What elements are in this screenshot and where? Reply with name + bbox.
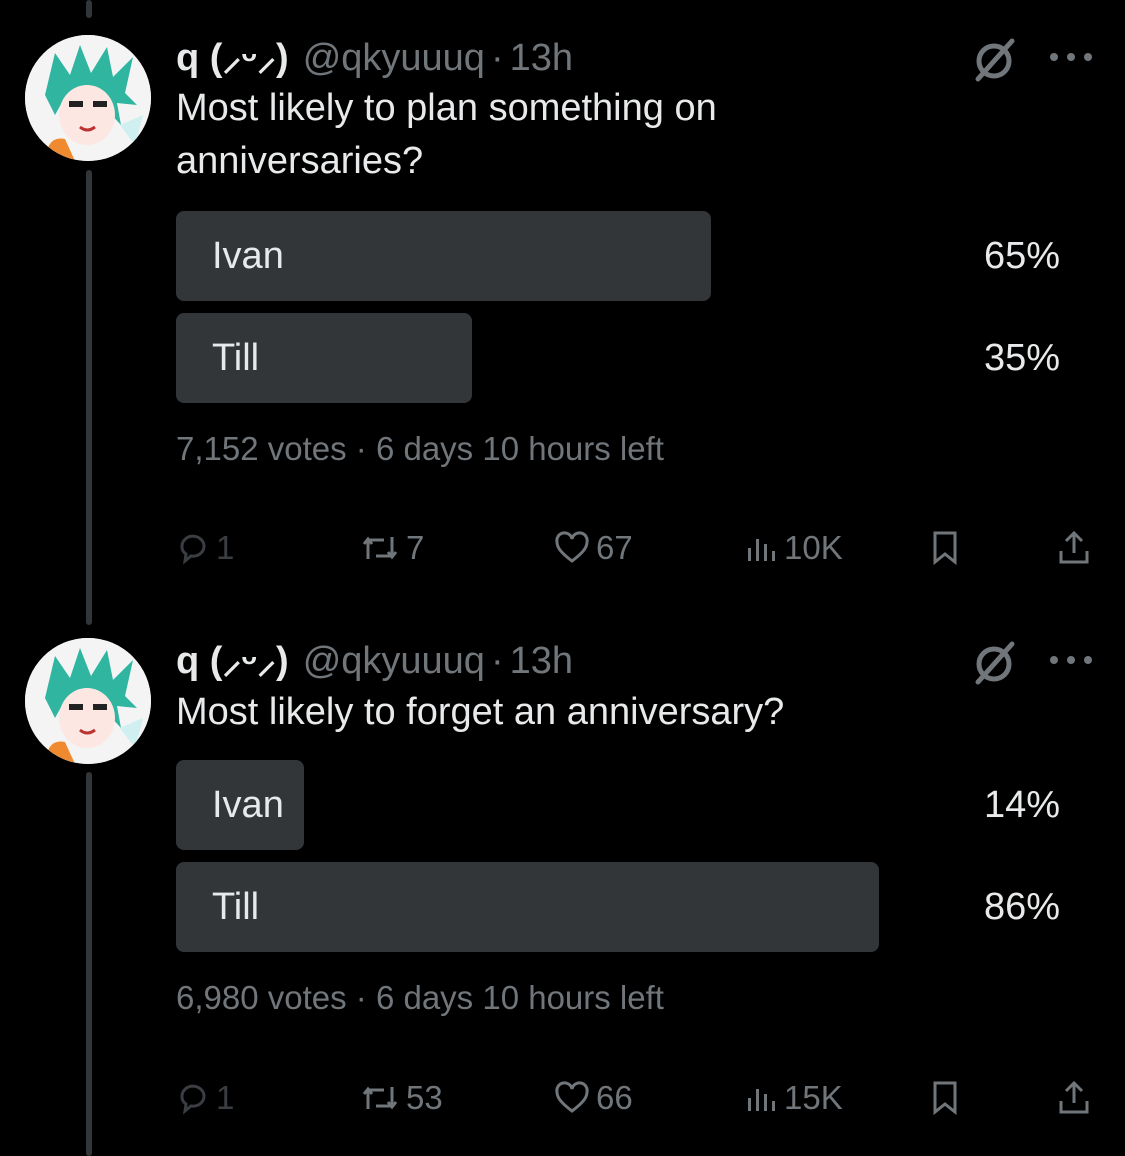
views-button[interactable]: 15K [744,1073,843,1123]
avatar[interactable] [25,638,151,764]
avatar[interactable] [25,35,151,161]
bookmark-icon [933,1081,957,1116]
reply-count: 1 [216,1079,235,1116]
views-icon [748,539,775,561]
repost-icon [362,1086,398,1110]
poll-option-ivan[interactable]: Ivan 65% [176,211,1064,301]
tweet[interactable]: q (⸝ᵕ⸝) @qkyuuuq · 13h Most likely to pl… [0,0,1125,600]
heart-icon [555,531,589,563]
poll-option-label: Till [212,886,260,928]
like-button[interactable]: 66 [554,1073,633,1123]
reply-icon [180,534,206,565]
poll-bar [176,862,879,952]
share-icon [1059,1080,1089,1114]
action-bar: 1 53 66 15K [176,1073,1096,1123]
more-icon[interactable] [1048,650,1094,670]
poll-option-percent: 86% [983,886,1060,928]
poll-meta: 7,152 votes · 6 days 10 hours left [176,430,664,467]
repost-count: 53 [406,1079,443,1116]
like-count: 67 [596,529,633,566]
tweet-header: q (⸝ᵕ⸝) @qkyuuuq · 13h [176,633,573,683]
user-handle[interactable]: @qkyuuuq [303,640,485,683]
repost-button[interactable]: 7 [360,523,424,573]
tweet-header: q (⸝ᵕ⸝) @qkyuuuq · 13h [176,30,573,80]
poll-option-percent: 35% [983,337,1060,379]
share-button[interactable] [1056,1073,1092,1123]
tweet-text: Most likely to forget an anniversary? [176,691,785,733]
poll-option-label: Ivan [212,784,284,826]
poll-option-label: Till [212,337,260,379]
heart-icon [555,1081,589,1113]
display-name[interactable]: q (⸝ᵕ⸝) [176,633,289,685]
separator-dot: · [490,37,504,79]
poll-option-till[interactable]: Till 86% [176,862,1064,952]
tweet-text: Most likely to plan something on anniver… [176,87,717,182]
poll-option-ivan[interactable]: Ivan 14% [176,760,1064,850]
views-button[interactable]: 10K [744,523,843,573]
repost-count: 7 [406,529,425,566]
tweet[interactable]: q (⸝ᵕ⸝) @qkyuuuq · 13h Most likely to fo… [0,620,1125,1156]
bookmark-button[interactable] [928,523,962,573]
repost-button[interactable]: 53 [360,1073,443,1123]
separator-dot: · [490,640,504,682]
display-name[interactable]: q (⸝ᵕ⸝) [176,30,289,82]
timestamp[interactable]: 13h [510,37,573,80]
grok-icon[interactable] [970,638,1020,688]
more-icon[interactable] [1048,47,1094,67]
like-count: 66 [596,1079,633,1116]
reply-button[interactable]: 1 [176,523,234,573]
bookmark-button[interactable] [928,1073,962,1123]
user-handle[interactable]: @qkyuuuq [303,37,485,80]
reply-count: 1 [216,529,235,566]
action-bar: 1 7 67 10K [176,523,1096,573]
bookmark-icon [933,531,957,566]
poll-meta: 6,980 votes · 6 days 10 hours left [176,979,664,1016]
grok-icon[interactable] [970,35,1020,85]
poll-option-till[interactable]: Till 35% [176,313,1064,403]
view-count: 10K [784,529,843,566]
poll-option-label: Ivan [212,235,284,277]
view-count: 15K [784,1079,843,1116]
poll-option-percent: 65% [983,235,1060,277]
poll-option-percent: 14% [983,784,1060,826]
reply-button[interactable]: 1 [176,1073,234,1123]
views-icon [748,1089,775,1111]
reply-icon [180,1084,206,1115]
repost-icon [362,536,398,560]
share-icon [1059,530,1089,564]
like-button[interactable]: 67 [554,523,633,573]
share-button[interactable] [1056,523,1092,573]
timestamp[interactable]: 13h [510,640,573,683]
